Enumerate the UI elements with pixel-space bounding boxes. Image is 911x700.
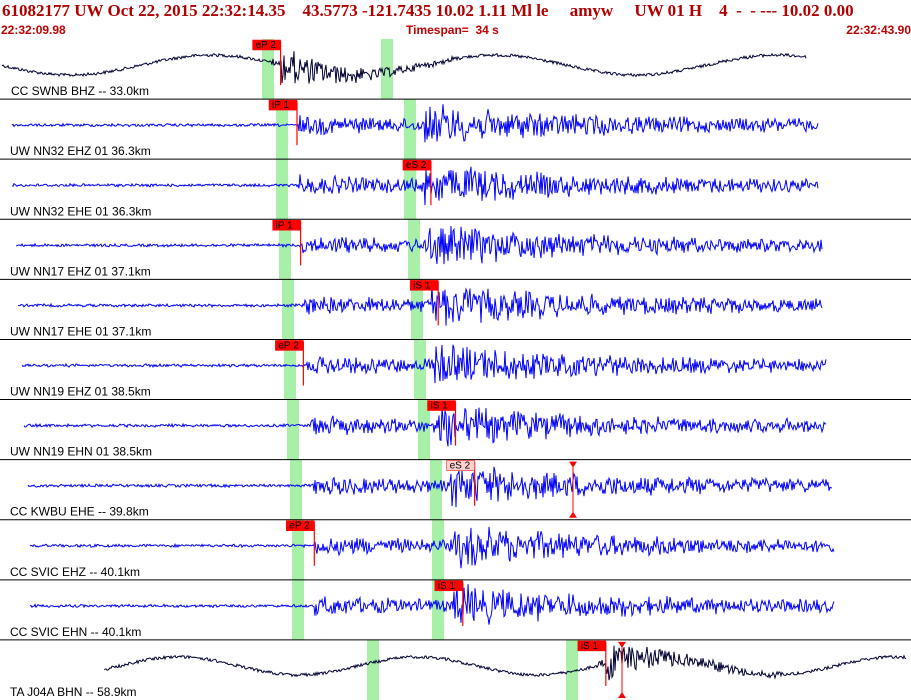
start-time: 22:32:09.98	[1, 23, 66, 37]
waveform-trace	[1, 51, 807, 84]
channel-label: TA J04A BHN -- 58.9km	[10, 685, 137, 699]
pick-label: eP 2	[256, 40, 277, 51]
seismogram-panel[interactable]: eP 2 CC SWNB BHZ -- 33.0km iP 1 UW NN32 EHZ…	[0, 39, 911, 700]
channel-row[interactable]: eS 2 UW NN32 EHE 01 36.3km	[0, 158, 911, 220]
channel-label: CC SVIC EHN -- 40.1km	[10, 625, 141, 639]
pick-label: eP 2	[289, 521, 310, 532]
marker-bottom	[618, 692, 626, 698]
pick-label: iP 1	[276, 220, 293, 231]
channel-label: CC KWBU EHE -- 39.8km	[10, 505, 149, 519]
phase-window	[290, 459, 302, 520]
phase-window	[414, 339, 426, 400]
pick-label: eS 2	[450, 461, 471, 472]
channel-row[interactable]: eP 2 CC SVIC EHZ -- 40.1km	[0, 519, 911, 580]
pick-label: iS 1	[581, 641, 599, 652]
phase-window	[367, 639, 379, 700]
title-bar: 61082177 UW Oct 22, 2015 22:32:14.35 43.…	[0, 0, 911, 22]
channel-label: UW NN32 EHZ 01 36.3km	[10, 144, 151, 158]
phase-window	[430, 459, 442, 520]
channel-label: CC SVIC EHZ -- 40.1km	[10, 565, 140, 579]
channel-row[interactable]: iP 1 UW NN32 EHZ 01 36.3km	[0, 98, 911, 160]
end-time: 22:32:43.90	[846, 23, 911, 37]
event-summary: 61082177 UW Oct 22, 2015 22:32:14.35 43.…	[2, 1, 854, 20]
waveform-trace	[103, 645, 907, 681]
channel-row[interactable]: eP 2 CC SWNB BHZ -- 33.0km	[1, 39, 807, 100]
channel-row[interactable]: iS 1 UW NN19 EHN 01 38.5km	[0, 399, 911, 460]
channel-label: UW NN17 EHZ 01 37.1km	[10, 264, 151, 278]
time-axis-bar: 22:32:09.98 Timespan= 34 s 22:32:43.90	[0, 23, 911, 39]
channel-row[interactable]: iS 1 UW NN17 EHE 01 37.1km	[0, 278, 911, 340]
marker-bottom	[569, 511, 577, 518]
channel-label: UW NN19 EHZ 01 38.5km	[10, 385, 151, 399]
marker-top	[618, 641, 626, 648]
pick-label: iS 1	[413, 280, 431, 291]
phase-window	[408, 219, 420, 280]
timespan-label: Timespan= 34 s	[406, 23, 499, 37]
channel-label: UW NN19 EHN 01 38.5km	[10, 445, 152, 459]
phase-window	[292, 579, 304, 640]
marker-top	[569, 461, 577, 468]
channel-row[interactable]: eP 2 UW NN19 EHZ 01 38.5km	[0, 338, 911, 400]
phase-window	[282, 279, 294, 340]
channel-row[interactable]: eS 2 CC KWBU EHE -- 39.8km	[0, 459, 911, 520]
channel-row[interactable]: iS 1 TA J04A BHN -- 58.9km	[0, 639, 911, 700]
channel-label: CC SWNB BHZ -- 33.0km	[11, 84, 149, 98]
pick-label: iP 1	[272, 100, 289, 111]
pick-label: eS 2	[406, 160, 427, 171]
channel-label: UW NN17 EHE 01 37.1km	[10, 324, 151, 338]
phase-window	[287, 399, 299, 460]
channel-row[interactable]: iP 1 UW NN17 EHZ 01 37.1km	[0, 218, 911, 280]
pick-label: iS 1	[431, 401, 449, 412]
channel-row[interactable]: iS 1 CC SVIC EHN -- 40.1km	[0, 579, 911, 640]
pick-label: iS 1	[438, 581, 456, 592]
phase-window	[276, 159, 288, 220]
channel-label: UW NN32 EHE 01 36.3km	[10, 204, 151, 218]
pick-label: eP 2	[278, 340, 299, 351]
phase-window	[381, 39, 393, 100]
amplitude-marker	[569, 461, 577, 518]
